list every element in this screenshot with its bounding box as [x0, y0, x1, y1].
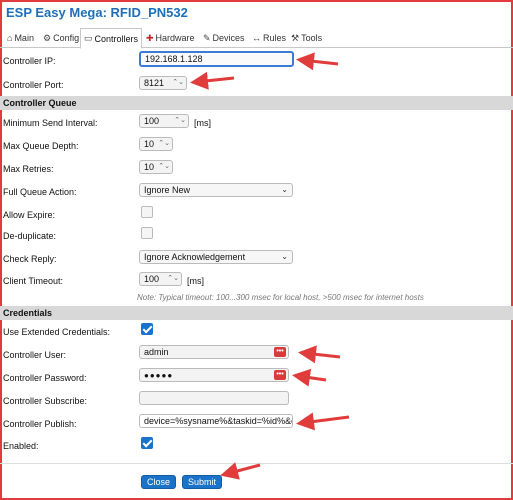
controller-password-label: Controller Password: [3, 373, 87, 383]
section-controller-queue: Controller Queue [0, 96, 513, 110]
enabled-label: Enabled: [3, 441, 39, 451]
max-retries-label: Max Retries: [3, 164, 54, 174]
arrow-port [190, 71, 235, 90]
min-send-value: 100 [144, 116, 160, 126]
plug-icon: ✎ [203, 32, 211, 43]
dedup-checkbox[interactable] [141, 227, 153, 239]
controller-publish-label: Controller Publish: [3, 419, 77, 429]
use-ext-credentials-checkbox[interactable] [141, 323, 153, 335]
max-retries-input[interactable]: 10 ⌃⌄ [139, 160, 173, 174]
tab-label: Hardware [155, 33, 195, 43]
dedup-label: De-duplicate: [3, 231, 57, 241]
client-timeout-unit: [ms] [187, 276, 204, 286]
spinner-icon[interactable]: ⌃⌄ [172, 77, 184, 89]
arrow-ip [296, 52, 339, 71]
controller-user-label: Controller User: [3, 350, 67, 360]
full-action-label: Full Queue Action: [3, 187, 77, 197]
password-manager-icon[interactable]: ••• [274, 370, 286, 380]
tab-label: Devices [212, 33, 245, 43]
footer-divider [0, 463, 513, 464]
wrench-icon: ⚒ [291, 32, 300, 43]
check-reply-label: Check Reply: [3, 254, 57, 264]
enabled-checkbox[interactable] [141, 437, 153, 449]
controller-publish-value: device=%sysname%&taskid=%id%&cm [144, 416, 293, 426]
controller-port-input[interactable]: 8121 ⌃⌄ [139, 76, 187, 90]
timeout-note: Note: Typical timeout: 100...300 msec fo… [137, 293, 424, 302]
controller-subscribe-input[interactable] [139, 391, 289, 405]
chevron-down-icon: ⌄ [281, 185, 288, 194]
gear-icon: ⚙ [43, 32, 52, 43]
max-depth-value: 10 [144, 139, 155, 149]
arrow-submit [220, 462, 261, 480]
controller-subscribe-label: Controller Subscribe: [3, 396, 88, 406]
check-reply-value: Ignore Acknowledgement [144, 252, 246, 262]
max-depth-label: Max Queue Depth: [3, 141, 79, 151]
spinner-icon[interactable]: ⌃⌄ [158, 161, 170, 173]
arrow-publish [296, 412, 350, 431]
min-send-label: Minimum Send Interval: [3, 118, 98, 128]
controller-user-value: admin [144, 347, 169, 357]
controller-publish-input[interactable]: device=%sysname%&taskid=%id%&cm [139, 414, 293, 428]
tab-main[interactable]: ⌂ Main [4, 28, 37, 48]
tab-rules[interactable]: ↔ Rules [249, 28, 289, 48]
client-timeout-input[interactable]: 100 ⌃⌄ [139, 272, 182, 286]
tab-label: Config [53, 33, 80, 43]
full-action-select[interactable]: Ignore New ⌄ [139, 183, 293, 197]
controller-user-input[interactable]: admin ••• [139, 345, 289, 359]
password-manager-icon[interactable]: ••• [274, 347, 286, 357]
tab-controllers[interactable]: ▭ Controllers [80, 28, 143, 49]
controller-ip-label: Controller IP: [3, 56, 56, 66]
use-ext-credentials-label: Use Extended Credentials: [3, 327, 111, 337]
client-timeout-value: 100 [144, 274, 160, 284]
arrow-password [292, 368, 327, 387]
tab-config[interactable]: ⚙ Config [40, 28, 82, 48]
tab-label: Tools [301, 33, 323, 43]
chevron-down-icon: ⌄ [281, 252, 288, 261]
controller-password-input[interactable]: ●●●●● ••• [139, 368, 289, 382]
allow-expire-checkbox[interactable] [141, 206, 153, 218]
tab-tools[interactable]: ⚒ Tools [288, 28, 325, 48]
controller-ip-value: 192.168.1.128 [145, 54, 203, 64]
spinner-icon[interactable]: ⌃⌄ [158, 138, 170, 150]
max-depth-input[interactable]: 10 ⌃⌄ [139, 137, 173, 151]
arrows-icon: ↔ [252, 33, 261, 43]
controller-port-value: 8121 [144, 78, 165, 88]
max-retries-value: 10 [144, 162, 155, 172]
tab-label: Controllers [94, 33, 139, 44]
controller-password-value: ●●●●● [144, 370, 174, 380]
tab-label: Main [14, 33, 34, 43]
allow-expire-label: Allow Expire: [3, 210, 56, 220]
close-button[interactable]: Close [141, 475, 176, 489]
arrow-user [298, 345, 341, 364]
tab-hardware[interactable]: ✚ Hardware [143, 28, 198, 48]
chat-icon: ▭ [84, 33, 93, 43]
min-send-unit: [ms] [194, 118, 211, 128]
controller-ip-input[interactable]: 192.168.1.128 [139, 51, 294, 67]
section-credentials: Credentials [0, 306, 513, 320]
controller-port-label: Controller Port: [3, 80, 64, 90]
tab-label: Rules [263, 33, 287, 43]
full-action-value: Ignore New [144, 185, 191, 195]
min-send-input[interactable]: 100 ⌃⌄ [139, 114, 189, 128]
pin-icon: ✚ [146, 32, 154, 43]
spinner-icon[interactable]: ⌃⌄ [167, 273, 179, 285]
house-icon: ⌂ [7, 33, 13, 43]
check-reply-select[interactable]: Ignore Acknowledgement ⌄ [139, 250, 293, 264]
submit-button[interactable]: Submit [182, 475, 222, 489]
page-title: ESP Easy Mega: RFID_PN532 [6, 5, 188, 20]
client-timeout-label: Client Timeout: [3, 276, 64, 286]
tab-bar: ⌂ Main ⚙ Config ▭ Controllers ✚ Hardware… [0, 28, 513, 49]
tab-devices[interactable]: ✎ Devices [200, 28, 248, 48]
spinner-icon[interactable]: ⌃⌄ [174, 115, 186, 127]
